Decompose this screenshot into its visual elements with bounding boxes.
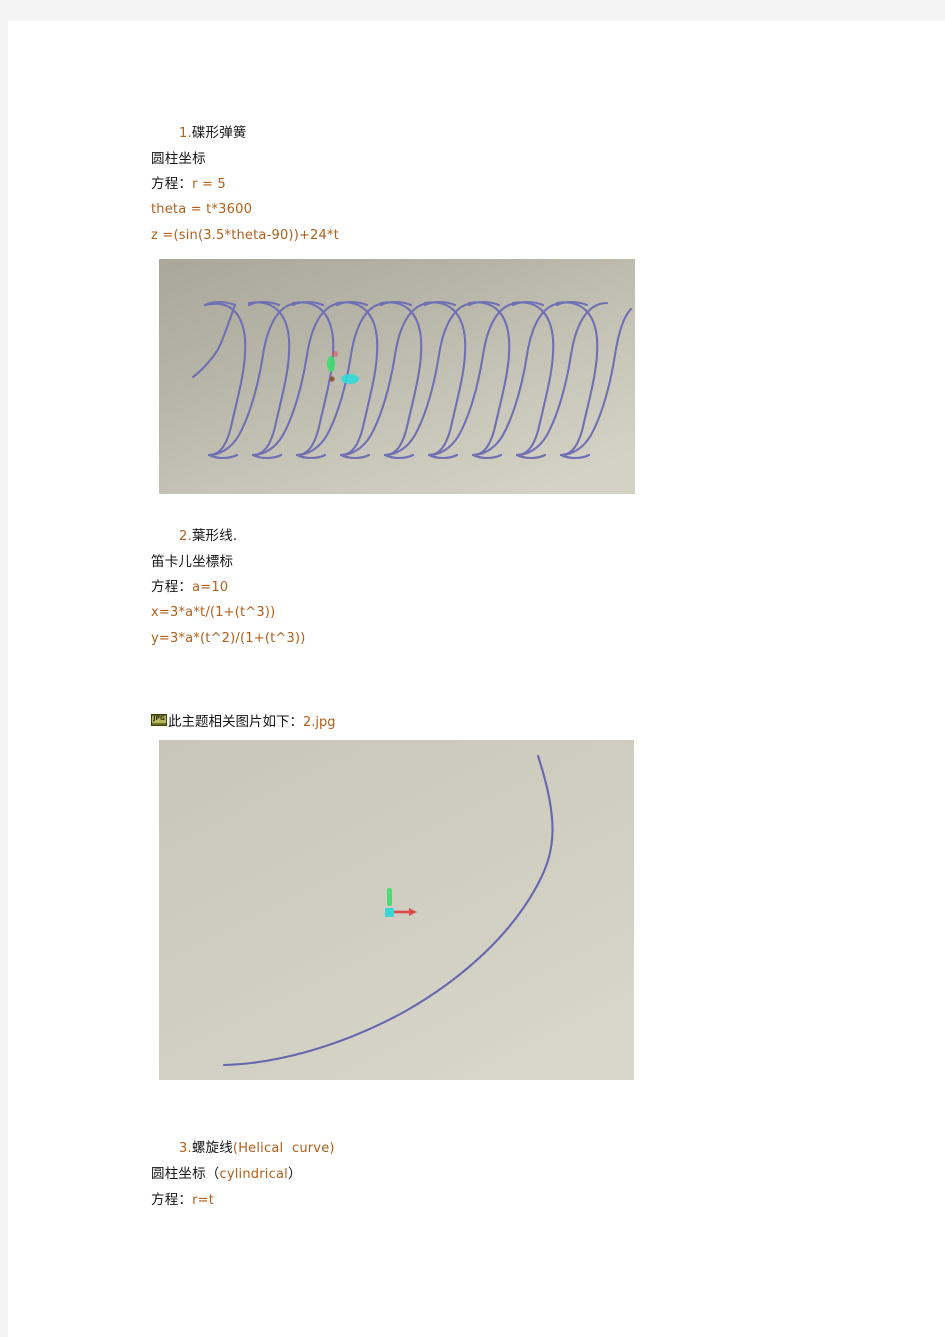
jpg-file-icon: JPG [151, 712, 167, 728]
figure-1-x-axis-marker [341, 373, 359, 384]
section-2-equation-1: x=3*a*t/(1+(t^3)) [151, 605, 276, 621]
section-3-heading-suffix: (Helical curve) [232, 1140, 335, 1156]
section-3-heading: 3.螺旋线(Helical curve) [151, 1136, 851, 1162]
section-1-heading: 1.碟形弹簧 [151, 121, 851, 147]
section-3-equation-0: 方程：r=t [151, 1191, 215, 1208]
figure-1-svg [159, 258, 635, 494]
figure-2-background [159, 739, 634, 1080]
figure-1-spring-curve [159, 258, 635, 494]
section-2-equation-2: y=3*a*(t^2)/(1+(t^3)) [151, 631, 306, 647]
section-3-equation-label: 方程： [151, 1191, 193, 1208]
section-1-equation-2: z =(sin(3.5*theta-90))+24*t [151, 228, 339, 244]
figure-2-svg [159, 739, 634, 1080]
section-2-heading-number: 2. [179, 528, 192, 544]
section-1-equation-1: theta = t*3600 [151, 202, 253, 218]
figure-1-z-axis-marker [332, 350, 338, 357]
attachment-row: JPG 此主题相关图片如下：2.jpg [151, 710, 851, 730]
section-3-heading-title: 螺旋线 [191, 1139, 233, 1156]
section-2-equation-label: 方程： [151, 578, 193, 595]
figure-1-origin-marker [329, 376, 335, 382]
figure-2-folium-curve [159, 739, 634, 1080]
section-1-equation-label: 方程： [151, 175, 193, 192]
section-2-heading-title: 葉形线. [191, 527, 238, 544]
attachment-text: 此主题相关图片如下：2.jpg [168, 713, 336, 730]
section-1-heading-number: 1. [179, 126, 192, 141]
section-2-coordinate-system: 笛卡儿坐標标 [151, 553, 234, 570]
section-1-equation-0: 方程：r = 5 [151, 175, 226, 192]
section-3-heading-number: 3. [179, 1140, 192, 1156]
document-page: 1.碟形弹簧 圆柱坐标 方程：r = 5 theta = t*3600 z =(… [8, 21, 945, 1337]
figure-2-origin-marker [385, 907, 394, 917]
section-2-heading: 2.葉形线. [151, 524, 851, 550]
figure-1-y-axis-marker [327, 355, 335, 372]
jpg-icon-label: JPG [153, 714, 165, 722]
figure-2-y-axis-marker [387, 887, 392, 906]
section-1-heading-title: 碟形弹簧 [191, 125, 247, 141]
section-2-equation-0: 方程：a=10 [151, 578, 229, 595]
section-3-coordinate-system: 圆柱坐标（cylindrical） [151, 1165, 302, 1182]
document-content: 1.碟形弹簧 圆柱坐标 方程：r = 5 theta = t*3600 z =(… [151, 121, 851, 1213]
section-1-coordinate-system: 圆柱坐标 [151, 150, 206, 167]
attachment-filename: 2.jpg [303, 714, 336, 730]
